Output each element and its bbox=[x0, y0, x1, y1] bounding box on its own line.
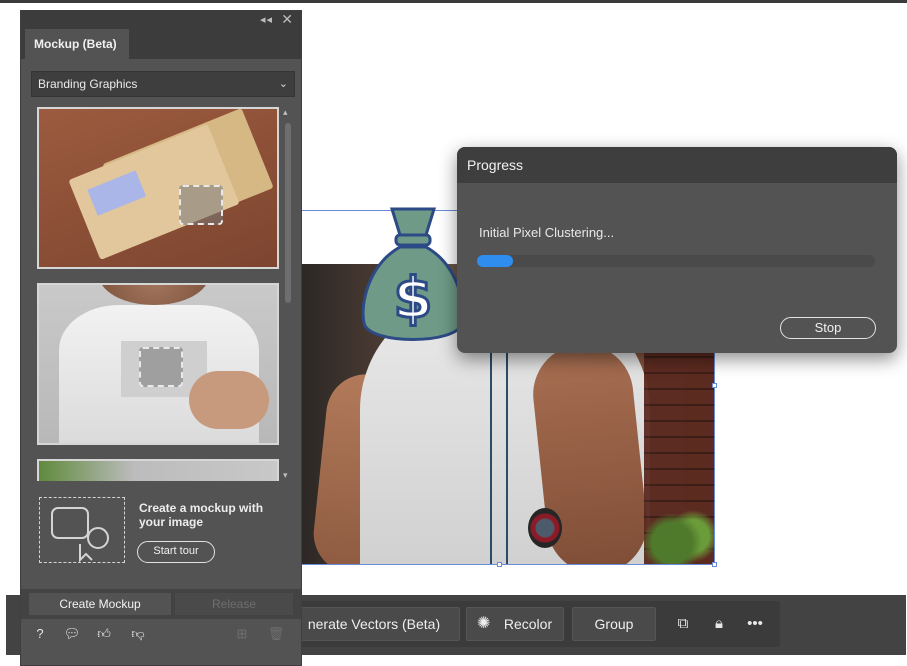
panel-actions: Create Mockup Release bbox=[21, 589, 301, 619]
add-icon[interactable]: ⊞ bbox=[233, 625, 251, 643]
category-dropdown-value: Branding Graphics bbox=[38, 77, 138, 91]
progress-bar-fill bbox=[477, 255, 513, 267]
recolor-label: Recolor bbox=[503, 616, 553, 632]
progress-bar bbox=[477, 255, 875, 267]
release-button[interactable]: Release bbox=[175, 593, 293, 615]
tour-description: Create a mockup with your image bbox=[139, 501, 264, 529]
recolor-button[interactable]: ✺ Recolor bbox=[466, 607, 564, 641]
close-icon[interactable]: ✕ bbox=[281, 11, 293, 28]
category-dropdown[interactable]: Branding Graphics ⌄ bbox=[31, 71, 295, 97]
tab-mockup[interactable]: Mockup (Beta) bbox=[25, 29, 129, 59]
mockup-thumbnails bbox=[31, 107, 291, 481]
mockup-thumbnail-partial[interactable] bbox=[37, 459, 279, 481]
svg-text:$: $ bbox=[394, 266, 433, 331]
collapse-icon[interactable]: ◂◂ bbox=[260, 13, 273, 26]
mockup-thumbnail-card[interactable] bbox=[37, 283, 279, 445]
thumbnail-hand bbox=[189, 371, 269, 429]
thumbs-down-icon[interactable]: 👎︎ bbox=[129, 625, 147, 643]
panel-footer: ? 💬︎ 👍︎ 👎︎ ⊞ 🗑︎ bbox=[21, 621, 301, 651]
progress-status: Initial Pixel Clustering... bbox=[479, 225, 615, 240]
help-icon[interactable]: ? bbox=[31, 625, 49, 643]
window-top-border bbox=[0, 0, 907, 3]
taskbar-group: nerate Vectors (Beta) ✺ Recolor Group ⧉ … bbox=[288, 601, 780, 647]
more-icon[interactable]: ••• bbox=[744, 613, 766, 635]
thumbs-up-icon[interactable]: 👍︎ bbox=[95, 625, 113, 643]
chevron-down-icon: ⌄ bbox=[278, 78, 288, 90]
scroll-up-icon[interactable]: ▴ bbox=[283, 107, 288, 118]
thumbnail-face bbox=[99, 285, 209, 305]
dialog-title: Progress bbox=[457, 147, 897, 183]
panel-titlebar[interactable]: ◂◂ ✕ bbox=[21, 11, 301, 29]
generate-vectors-button[interactable]: nerate Vectors (Beta) bbox=[288, 607, 460, 641]
scroll-thumb[interactable] bbox=[285, 123, 291, 303]
money-bag-artwork[interactable]: $ bbox=[358, 205, 468, 355]
scroll-down-icon[interactable]: ▾ bbox=[283, 470, 288, 481]
stop-button[interactable]: Stop bbox=[780, 317, 876, 339]
logo-placeholder-icon bbox=[139, 347, 183, 387]
start-tour-button[interactable]: Start tour bbox=[137, 541, 215, 563]
mockup-thumbnail-envelopes[interactable] bbox=[37, 107, 279, 269]
envelope-window bbox=[87, 170, 147, 216]
feedback-icon[interactable]: 💬︎ bbox=[63, 625, 81, 643]
progress-dialog: Progress Initial Pixel Clustering... Sto… bbox=[457, 147, 897, 353]
panel-tabbar: Mockup (Beta) bbox=[21, 29, 301, 59]
selection-handle[interactable] bbox=[497, 562, 502, 567]
mockup-panel: ◂◂ ✕ Mockup (Beta) Branding Graphics ⌄ ▴… bbox=[20, 10, 302, 666]
logo-placeholder-icon bbox=[179, 185, 223, 225]
arrange-icon[interactable]: ⧉ bbox=[672, 613, 694, 635]
thumbnails-scrollbar[interactable]: ▴ ▾ bbox=[283, 107, 292, 481]
lock-icon[interactable]: 🔒︎ bbox=[708, 613, 730, 635]
tour-promo: Create a mockup with your image Start to… bbox=[31, 493, 295, 573]
selection-handle[interactable] bbox=[712, 562, 717, 567]
mockup-illustration-icon bbox=[39, 497, 125, 563]
selection-handle[interactable] bbox=[712, 383, 717, 388]
create-mockup-button[interactable]: Create Mockup bbox=[29, 593, 171, 615]
recolor-icon: ✺ bbox=[477, 615, 491, 632]
trash-icon[interactable]: 🗑︎ bbox=[267, 625, 285, 643]
group-button[interactable]: Group bbox=[572, 607, 656, 641]
